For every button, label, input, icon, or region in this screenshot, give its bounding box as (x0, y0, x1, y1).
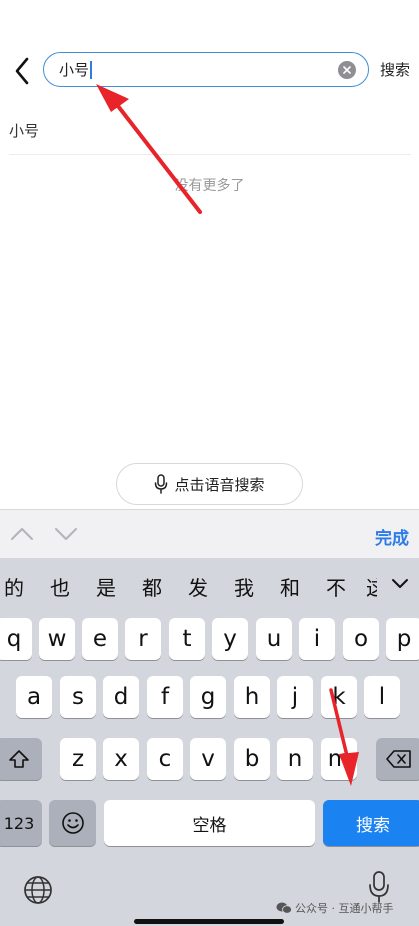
key-t[interactable]: t (169, 618, 205, 660)
chevron-down-icon[interactable] (53, 524, 79, 544)
key-x[interactable]: x (103, 738, 139, 780)
candidate-word[interactable]: 是 (96, 572, 116, 601)
backspace-icon (386, 750, 411, 768)
candidate-bar: 的 也 是 都 发 我 和 不 这 (0, 558, 419, 614)
watermark-text: 公众号 · 互通小帮手 (295, 902, 394, 915)
candidate-word[interactable]: 都 (142, 572, 162, 601)
key-u[interactable]: u (256, 618, 292, 660)
key-m[interactable]: m (321, 738, 357, 780)
close-icon (343, 66, 351, 74)
no-more-text: 没有更多了 (174, 178, 245, 194)
dictation-microphone-icon[interactable] (368, 870, 390, 904)
key-d[interactable]: d (103, 676, 139, 718)
keyboard-search-key[interactable]: 搜索 (323, 800, 419, 846)
clear-search-button[interactable] (338, 61, 356, 79)
key-g[interactable]: g (190, 676, 226, 718)
key-n[interactable]: n (277, 738, 313, 780)
key-r[interactable]: r (125, 618, 161, 660)
candidate-word[interactable]: 也 (50, 572, 70, 601)
divider (9, 154, 411, 155)
candidate-word[interactable]: 这 (366, 572, 377, 601)
key-p[interactable]: p (386, 618, 419, 660)
key-s[interactable]: s (60, 676, 96, 718)
key-k[interactable]: k (321, 676, 357, 718)
search-input[interactable]: 小号 (43, 52, 369, 87)
key-l[interactable]: l (364, 676, 400, 718)
key-h[interactable]: h (234, 676, 270, 718)
keyboard-toolbar: 完成 (0, 509, 419, 558)
shift-icon (9, 750, 29, 768)
space-key[interactable]: 空格 (104, 800, 315, 846)
key-o[interactable]: o (343, 618, 379, 660)
globe-icon[interactable] (22, 874, 54, 906)
key-e[interactable]: e (82, 618, 118, 660)
emoji-icon (61, 812, 84, 834)
key-j[interactable]: j (277, 676, 313, 718)
text-cursor (90, 60, 93, 79)
key-v[interactable]: v (190, 738, 226, 780)
key-c[interactable]: c (147, 738, 183, 780)
keyboard: 的 也 是 都 发 我 和 不 这 q w e r t y u i o p a … (0, 558, 419, 926)
suggestion-item[interactable]: 小号 (9, 120, 39, 141)
key-b[interactable]: b (234, 738, 270, 780)
voice-search-button[interactable]: 点击语音搜索 (116, 463, 303, 505)
chevron-left-icon (15, 57, 29, 85)
candidate-word[interactable]: 和 (280, 572, 300, 601)
emoji-key[interactable] (49, 800, 96, 846)
key-i[interactable]: i (299, 618, 335, 660)
key-a[interactable]: a (16, 676, 52, 718)
numbers-key[interactable]: 123 (0, 800, 42, 846)
watermark: 公众号 · 互通小帮手 (276, 900, 394, 916)
expand-candidates-icon[interactable] (389, 574, 411, 594)
candidate-word[interactable]: 不 (326, 572, 346, 601)
candidate-word[interactable]: 的 (4, 572, 24, 601)
candidate-word[interactable]: 发 (188, 572, 208, 601)
key-q[interactable]: q (0, 618, 32, 660)
search-input-value: 小号 (59, 61, 90, 79)
backspace-key[interactable] (376, 738, 419, 780)
voice-search-label: 点击语音搜索 (174, 475, 265, 494)
search-button[interactable]: 搜索 (380, 59, 410, 80)
key-z[interactable]: z (60, 738, 96, 780)
key-w[interactable]: w (39, 618, 75, 660)
candidate-word[interactable]: 我 (234, 572, 254, 601)
done-button[interactable]: 完成 (375, 524, 409, 549)
chevron-up-icon[interactable] (9, 524, 35, 544)
key-f[interactable]: f (147, 676, 183, 718)
key-y[interactable]: y (212, 618, 248, 660)
back-button[interactable] (9, 54, 35, 88)
shift-key[interactable] (0, 738, 42, 780)
wechat-icon (276, 902, 292, 914)
microphone-icon (155, 474, 168, 494)
home-indicator (134, 919, 284, 924)
